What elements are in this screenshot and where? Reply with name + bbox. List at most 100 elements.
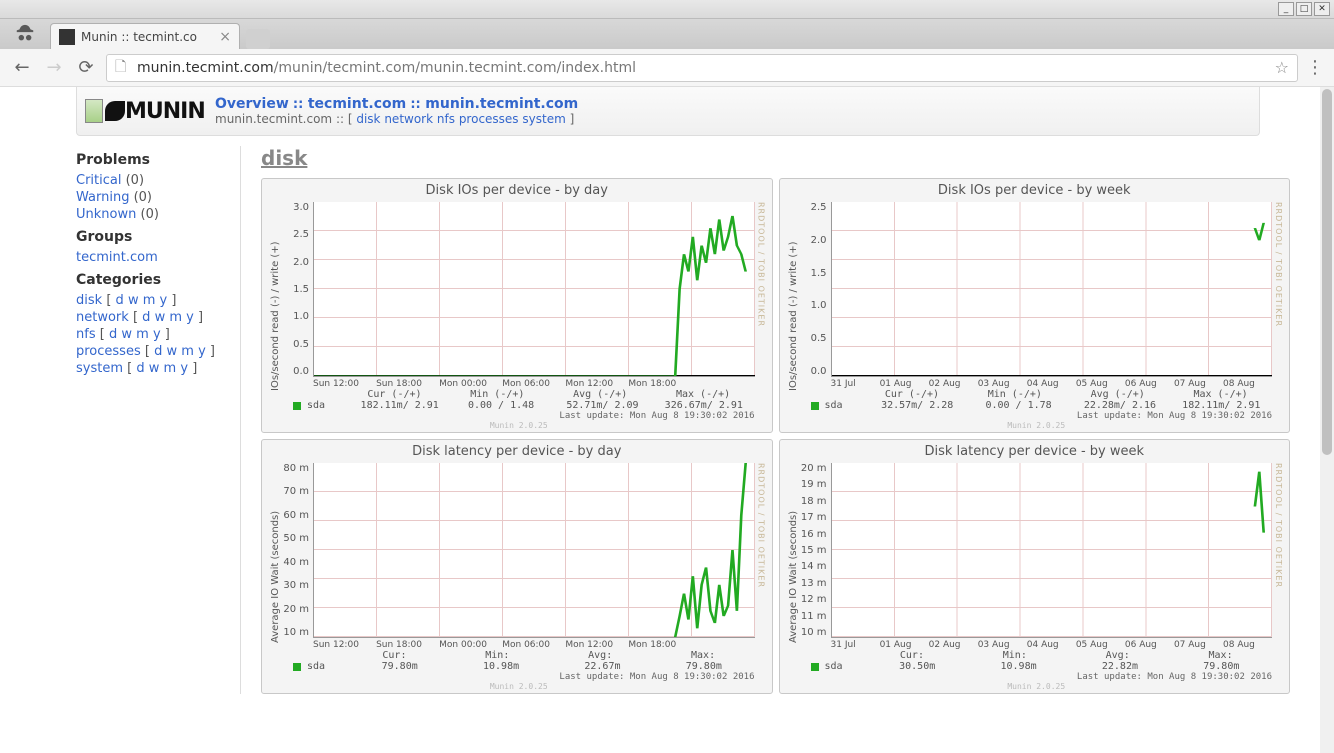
chart-panel-3[interactable]: Disk latency per device - by week Averag…	[779, 439, 1291, 694]
group-link[interactable]: tecmint.com	[76, 250, 158, 265]
cat-processes-w[interactable]: w	[167, 344, 178, 359]
problem-link-critical[interactable]: Critical	[76, 173, 121, 188]
breadcrumb: Overview :: tecmint.com :: munin.tecmint…	[215, 96, 578, 112]
cat-disk-y[interactable]: y	[160, 293, 168, 308]
tab-title: Munin :: tecmint.co	[81, 30, 219, 44]
chart-title: Disk latency per device - by day	[268, 444, 766, 459]
incognito-icon	[14, 23, 36, 45]
subcat-disk[interactable]: disk	[356, 112, 380, 126]
category-item: system [ d w m y ]	[76, 360, 230, 377]
chart-plot-area	[831, 463, 1273, 638]
window-minimize-button[interactable]: _	[1278, 2, 1294, 16]
cat-system-w[interactable]: w	[149, 361, 160, 376]
munin-version: Munin 2.0.25	[283, 682, 755, 691]
chart-ylabel: Average IO Wait (seconds)	[786, 463, 801, 691]
window-close-button[interactable]: ✕	[1314, 2, 1330, 16]
legend-color-icon	[293, 663, 301, 671]
bookmark-star-icon[interactable]: ☆	[1275, 58, 1289, 77]
problem-link-warning[interactable]: Warning	[76, 190, 129, 205]
tab-close-icon[interactable]: ×	[219, 29, 231, 45]
cat-network-d[interactable]: d	[142, 310, 150, 325]
chart-plot-area	[313, 463, 755, 638]
sidebar: Problems Critical (0)Warning (0)Unknown …	[20, 146, 240, 694]
subcat-processes[interactable]: processes	[459, 112, 519, 126]
chart-title: Disk IOs per device - by week	[786, 183, 1284, 198]
breadcrumb-host[interactable]: munin.tecmint.com	[425, 96, 578, 112]
rrdtool-label: RRDTOOL / TOBI OETIKER	[1272, 202, 1283, 430]
chart-title: Disk IOs per device - by day	[268, 183, 766, 198]
cat-disk-m[interactable]: m	[143, 293, 156, 308]
group-item: tecmint.com	[76, 249, 230, 266]
chart-panel-1[interactable]: Disk IOs per device - by week IOs/second…	[779, 178, 1291, 433]
category-link-disk[interactable]: disk	[76, 293, 102, 308]
chart-xticks: 31 Jul01 Aug02 Aug03 Aug04 Aug05 Aug06 A…	[801, 377, 1273, 389]
breadcrumb-overview[interactable]: Overview	[215, 96, 289, 112]
cat-network-m[interactable]: m	[169, 310, 182, 325]
cat-network-y[interactable]: y	[186, 310, 194, 325]
cat-system-y[interactable]: y	[180, 361, 188, 376]
category-item: nfs [ d w m y ]	[76, 326, 230, 343]
munin-version: Munin 2.0.25	[801, 682, 1273, 691]
last-update: Last update: Mon Aug 8 19:30:02 2016	[283, 411, 755, 421]
main-content: disk Disk IOs per device - by day IOs/se…	[240, 146, 1300, 694]
rrdtool-label: RRDTOOL / TOBI OETIKER	[755, 463, 766, 691]
window-maximize-button[interactable]: □	[1296, 2, 1312, 16]
browser-tab-bar: Munin :: tecmint.co ×	[0, 19, 1334, 49]
cat-network-w[interactable]: w	[155, 310, 166, 325]
legend-label: sda	[825, 400, 867, 411]
cat-nfs-y[interactable]: y	[153, 327, 161, 342]
munin-logo[interactable]: MUNIN	[85, 95, 205, 127]
window-titlebar: _ □ ✕	[0, 0, 1334, 19]
legend-label: sda	[307, 661, 349, 672]
chart-yticks: 80 m70 m60 m50 m40 m30 m20 m10 m	[283, 463, 313, 638]
sidebar-groups-title: Groups	[76, 229, 230, 245]
browser-tab[interactable]: Munin :: tecmint.co ×	[50, 23, 240, 49]
chart-title: Disk latency per device - by week	[786, 444, 1284, 459]
cat-system-m[interactable]: m	[164, 361, 177, 376]
chart-panel-2[interactable]: Disk latency per device - by day Average…	[261, 439, 773, 694]
category-link-nfs[interactable]: nfs	[76, 327, 96, 342]
problem-link-unknown[interactable]: Unknown	[76, 207, 136, 222]
reload-button[interactable]: ⟳	[74, 56, 98, 80]
category-item: network [ d w m y ]	[76, 309, 230, 326]
subcat-nfs[interactable]: nfs	[437, 112, 455, 126]
last-update: Last update: Mon Aug 8 19:30:02 2016	[283, 672, 755, 682]
address-bar[interactable]: 🗋 munin.tecmint.com/munin/tecmint.com/mu…	[106, 54, 1298, 82]
category-link-network[interactable]: network	[76, 310, 129, 325]
cat-nfs-d[interactable]: d	[109, 327, 117, 342]
cat-processes-d[interactable]: d	[154, 344, 162, 359]
browser-menu-icon[interactable]: ⋮	[1306, 57, 1324, 78]
subcat-network[interactable]: network	[384, 112, 433, 126]
scrollbar-thumb[interactable]	[1322, 89, 1332, 455]
breadcrumb-domain[interactable]: tecmint.com	[308, 96, 406, 112]
category-link-system[interactable]: system	[76, 361, 123, 376]
rrdtool-label: RRDTOOL / TOBI OETIKER	[755, 202, 766, 430]
cat-nfs-m[interactable]: m	[136, 327, 149, 342]
subcat-system[interactable]: system	[522, 112, 565, 126]
chart-plot-area	[313, 202, 755, 377]
cat-disk-w[interactable]: w	[128, 293, 139, 308]
scrollbar[interactable]	[1320, 87, 1334, 753]
cat-processes-m[interactable]: m	[181, 344, 194, 359]
last-update: Last update: Mon Aug 8 19:30:02 2016	[801, 672, 1273, 682]
cat-disk-d[interactable]: d	[116, 293, 124, 308]
rrdtool-label: RRDTOOL / TOBI OETIKER	[1272, 463, 1283, 691]
chart-plot-area	[831, 202, 1273, 377]
new-tab-button[interactable]	[246, 29, 270, 49]
munin-version: Munin 2.0.25	[283, 421, 755, 430]
url-text: munin.tecmint.com/munin/tecmint.com/muni…	[137, 60, 1275, 76]
cat-system-d[interactable]: d	[136, 361, 144, 376]
forward-button[interactable]: →	[42, 56, 66, 80]
chart-xticks: Sun 12:00Sun 18:00Mon 00:00Mon 06:00Mon …	[283, 377, 755, 389]
problem-item: Unknown (0)	[76, 206, 230, 223]
chart-panel-0[interactable]: Disk IOs per device - by day IOs/second …	[261, 178, 773, 433]
legend-color-icon	[293, 402, 301, 410]
page-info-icon[interactable]: 🗋	[115, 56, 131, 80]
cat-processes-y[interactable]: y	[198, 344, 206, 359]
cat-nfs-w[interactable]: w	[121, 327, 132, 342]
problem-item: Critical (0)	[76, 172, 230, 189]
category-link-processes[interactable]: processes	[76, 344, 141, 359]
page-viewport: MUNIN Overview :: tecmint.com :: munin.t…	[0, 87, 1334, 753]
category-item: processes [ d w m y ]	[76, 343, 230, 360]
back-button[interactable]: ←	[10, 56, 34, 80]
